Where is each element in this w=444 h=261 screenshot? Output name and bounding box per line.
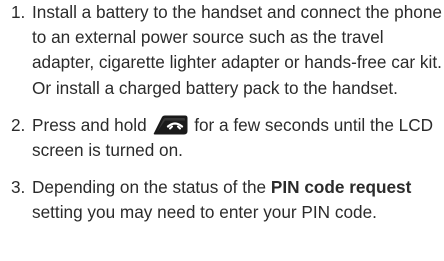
step-text: Press and hold for a few seconds until t… [32,113,444,163]
instruction-list: 1. Install a battery to the handset and … [0,0,444,226]
step-text-before: Depending on the status of the [32,177,267,198]
setting-name: PIN code request [270,177,412,198]
step-number: 3. [11,177,26,198]
step-2: 2. Press and hold for a few seconds unti… [0,113,444,163]
step-1: 1. Install a battery to the handset and … [0,0,444,101]
step-number: 2. [11,114,26,135]
step-3: 3. Depending on the status of the PIN co… [0,175,444,225]
end-power-key-icon [154,115,188,135]
step-number: 1. [11,2,26,22]
step-text: Depending on the status of the PIN code … [32,175,444,225]
step-text-after: setting you may need to enter your PIN c… [32,202,377,223]
step-text: Install a battery to the handset and con… [32,2,442,98]
step-text-before: Press and hold [32,114,147,135]
